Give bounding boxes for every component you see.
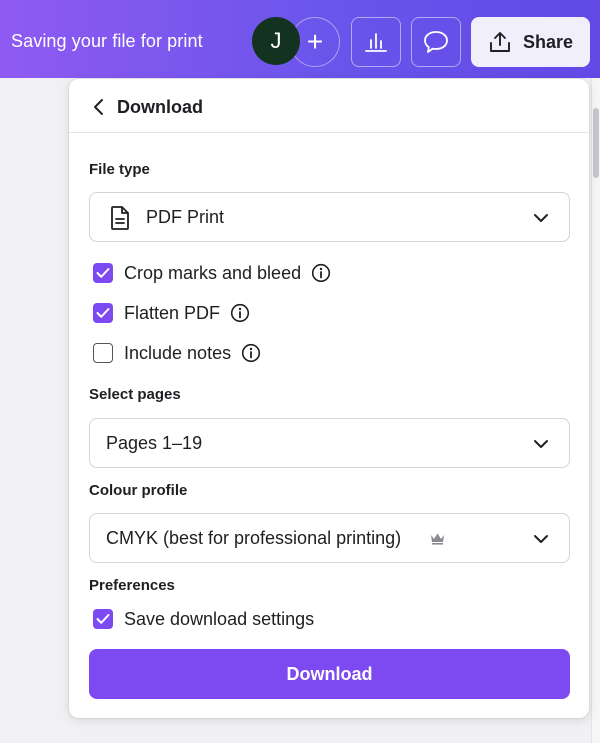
chevron-left-icon[interactable] [91,98,107,116]
comments-button[interactable] [411,17,461,67]
crop-marks-option[interactable]: Crop marks and bleed [93,261,331,285]
chevron-down-icon [534,535,548,543]
share-upload-icon [490,32,510,52]
crop-marks-label: Crop marks and bleed [124,262,302,283]
add-icon: + [306,26,324,57]
crop-marks-checkbox[interactable] [93,263,113,283]
colour-profile-dropdown[interactable]: CMYK (best for professional printing) [89,513,570,563]
share-button[interactable]: Share [471,17,590,67]
checkmark-icon [96,268,110,278]
chevron-down-icon [534,440,548,448]
flatten-pdf-label: Flatten PDF [124,302,221,323]
top-bar: Saving your file for print + J Share [0,0,600,78]
checkmark-icon [96,308,110,318]
include-notes-label: Include notes [124,342,232,363]
download-button-label: Download [286,663,373,684]
file-type-label: File type [89,161,150,178]
crown-icon [431,533,444,545]
file-type-select[interactable]: PDF Print [89,192,570,242]
select-pages-value: Pages 1–19 [106,433,203,453]
user-avatar[interactable]: J [252,17,300,65]
insights-button[interactable] [351,17,401,67]
download-panel: Download File type PDF Print Crop marks … [69,79,589,718]
panel-title: Download [117,97,203,117]
download-button[interactable]: Download [89,649,570,699]
document-icon [111,206,129,230]
save-settings-option[interactable]: Save download settings [93,607,314,631]
save-settings-label: Save download settings [124,608,315,629]
chevron-down-icon [534,214,548,222]
colour-profile-label: Colour profile [89,482,188,499]
page-scrollbar[interactable] [591,78,600,743]
comment-icon [424,31,448,53]
insights-chart-icon [365,33,387,52]
info-icon[interactable] [311,263,331,283]
include-notes-checkbox[interactable] [93,343,113,363]
preferences-label: Preferences [89,577,175,594]
info-icon[interactable] [230,303,250,323]
include-notes-option[interactable]: Include notes [93,341,261,365]
colour-profile-value: CMYK (best for professional printing) [106,528,402,548]
scrollbar-thumb[interactable] [593,108,599,178]
file-type-value: PDF Print [146,207,225,227]
save-settings-checkbox[interactable] [93,609,113,629]
flatten-pdf-option[interactable]: Flatten PDF [93,301,250,325]
select-pages-label: Select pages [89,386,181,403]
flatten-pdf-checkbox[interactable] [93,303,113,323]
save-status-text: Saving your file for print [11,31,203,51]
info-icon[interactable] [241,343,261,363]
panel-header: Download [69,79,589,133]
select-pages-dropdown[interactable]: Pages 1–19 [89,418,570,468]
checkmark-icon [96,614,110,624]
share-label: Share [522,31,574,52]
